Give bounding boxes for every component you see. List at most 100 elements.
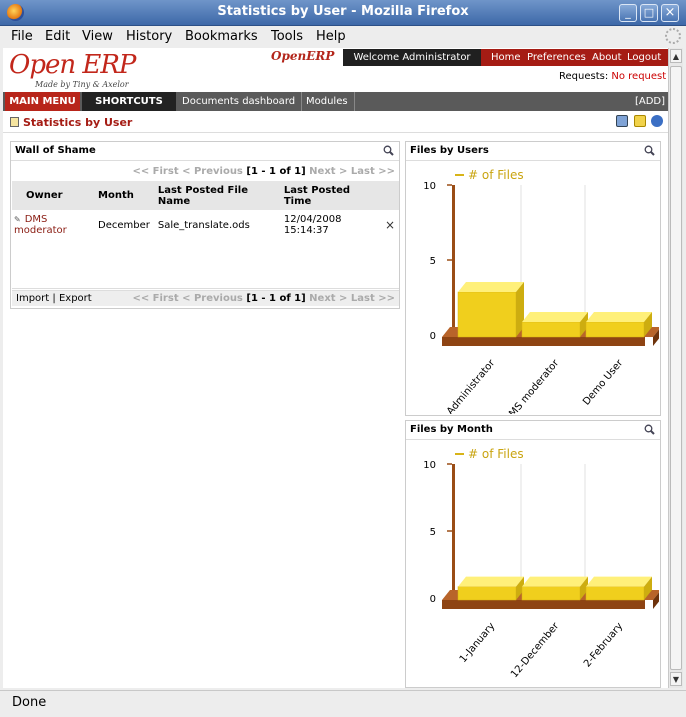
owner-cell[interactable]: ✎ DMS moderator [12,210,94,240]
bar-top [586,312,652,322]
openerp-logo[interactable]: Open ERP Made by Tiny & Axelor [9,50,149,92]
footer-separator: | [52,293,56,304]
panel-header: Files by Month [406,421,660,440]
y-axis [452,464,455,608]
menu-tools[interactable]: Tools [271,29,303,44]
import-link[interactable]: Import [16,293,49,304]
logo-subtitle: Made by Tiny & Axelor [35,80,129,89]
separator [3,132,668,133]
window-titlebar: Statistics by User - Mozilla Firefox _ □… [0,0,686,26]
minimize-button[interactable]: _ [619,4,637,22]
top-navigation: Home Preferences About Logout [481,49,668,66]
shortcut-modules[interactable]: Modules [300,92,355,111]
bar-top [458,282,524,292]
panel-title: Wall of Shame [15,145,96,156]
close-window-button[interactable]: × [661,4,679,22]
maximize-button[interactable]: □ [640,4,658,22]
edit-icon[interactable]: ✎ [14,215,21,224]
pager-last[interactable]: Last >> [351,166,395,177]
pager-previous[interactable]: < Previous [182,166,243,177]
files-by-users-chart: # of Files 0 5 10 Administrator DMS moderator… [423,168,659,414]
pager-first[interactable]: << First [132,293,178,304]
bar-top [522,576,588,587]
time-cell: 12/04/2008 15:14:37 [283,214,342,236]
vertical-scrollbar[interactable]: ▲ ▼ [668,48,683,688]
pager-top: << First < Previous [1 - 1 of 1] Next > … [132,166,395,177]
y-axis [452,185,455,345]
translate-icon[interactable] [633,115,646,127]
menu-history[interactable]: History [126,29,172,44]
help-icon[interactable] [651,115,663,127]
requests-link[interactable]: No request [611,71,666,82]
page-icon [10,117,19,127]
table-row[interactable]: ✎ DMS moderator December Sale_translate.o… [12,210,399,240]
y-tick-label: 10 [423,181,436,192]
y-tick-label: 5 [430,527,436,538]
x-tick-label: 12-December [509,620,562,680]
pager-next[interactable]: Next > [309,166,347,177]
zoom-icon[interactable] [644,424,655,435]
grid-footer: Import | Export << First < Previous [1 -… [12,290,399,306]
files-by-month-chart: # of Files 0 5 10 1-January 12-December 2-Febr… [423,447,659,680]
preferences-link[interactable]: Preferences [527,49,586,66]
bar-front [521,586,581,601]
panel-header: Wall of Shame [11,142,399,161]
shortcuts-button[interactable]: SHORTCUTS [82,92,176,111]
pager-last[interactable]: Last >> [351,293,395,304]
chart-base-front [442,337,645,346]
menubar: File Edit View History Bookmarks Tools H… [0,26,686,48]
pager-previous[interactable]: < Previous [182,293,243,304]
page-content: Open ERP Made by Tiny & Axelor OpenERP W… [3,48,668,688]
col-time[interactable]: Last Posted Time [279,181,381,210]
bar-front [585,586,645,601]
wall-grid: Owner Month Last Posted File Name Last P… [12,181,399,240]
menu-bookmarks[interactable]: Bookmarks [185,29,258,44]
print-icon[interactable] [616,115,628,127]
add-shortcut-link[interactable]: [ADD] [635,92,665,111]
pager-bottom: << First < Previous [1 - 1 of 1] Next > … [132,293,395,304]
logout-link[interactable]: Logout [627,49,661,66]
col-file-name[interactable]: Last Posted File Name [153,181,280,210]
delete-icon[interactable]: × [381,210,399,240]
menu-edit[interactable]: Edit [45,29,70,44]
bar-front [457,291,517,338]
main-menu-button[interactable]: MAIN MENU [5,92,80,111]
owner-value: DMS moderator [14,214,67,236]
scroll-up-icon[interactable]: ▲ [670,49,682,63]
small-logo: OpenERP [271,49,335,63]
status-bar: Done [0,690,686,717]
x-tick-label: Administrator [445,357,498,414]
home-link[interactable]: Home [491,49,521,66]
menu-help[interactable]: Help [316,29,346,44]
pager-range: [1 - 1 of 1] [246,293,306,304]
import-export: Import | Export [16,293,92,304]
legend-label: # of Files [468,168,524,182]
pager-next[interactable]: Next > [309,293,347,304]
about-link[interactable]: About [592,49,622,66]
x-tick-label: DMS moderator [502,357,562,414]
requests-label: Requests: [559,71,609,82]
y-tick-label: 10 [423,460,436,471]
export-link[interactable]: Export [59,293,92,304]
col-actions [380,181,399,210]
scroll-thumb[interactable] [670,66,682,670]
menu-view[interactable]: View [82,29,113,44]
pager-first[interactable]: << First [132,166,178,177]
grid-header-row: Owner Month Last Posted File Name Last P… [12,181,399,210]
col-month[interactable]: Month [94,181,154,210]
menu-file[interactable]: File [11,29,33,44]
col-owner[interactable]: Owner [12,181,94,210]
x-tick-label: Demo User [581,357,626,407]
zoom-icon[interactable] [644,145,655,156]
logo-text: Open ERP [9,50,136,80]
requests-status: Requests: No request [559,71,666,82]
shortcut-documents-dashboard[interactable]: Documents dashboard [176,92,303,111]
panel-header: Files by Users [406,142,660,161]
y-tick-label: 5 [430,256,436,267]
file-cell: Sale_translate.ods [157,219,250,231]
scroll-down-icon[interactable]: ▼ [670,672,682,686]
zoom-icon[interactable] [383,145,394,156]
pager-range: [1 - 1 of 1] [246,166,306,177]
chart-base-front [442,600,645,609]
x-tick-label: 2-February [582,621,625,670]
